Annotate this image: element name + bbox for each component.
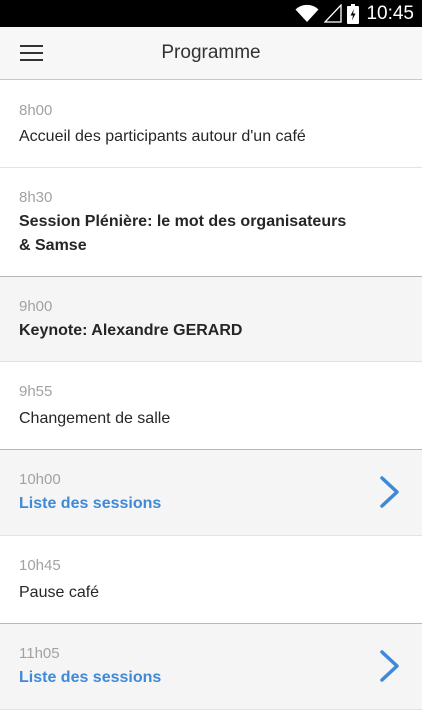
schedule-time: 10h45 xyxy=(19,557,61,574)
session-list-link[interactable]: 11h05 Liste des sessions xyxy=(0,624,422,710)
schedule-title: Keynote: Alexandre GERARD xyxy=(19,322,243,339)
schedule-item: 10h45 Pause café xyxy=(0,536,422,624)
schedule-item: 8h00 Accueil des participants autour d'u… xyxy=(0,80,422,168)
chevron-right-icon[interactable] xyxy=(379,649,401,683)
schedule-time: 9h00 xyxy=(19,298,53,315)
schedule-item: 9h00 Keynote: Alexandre GERARD xyxy=(0,277,422,362)
page-title: Programme xyxy=(161,42,261,63)
session-list-label: Liste des sessions xyxy=(19,495,162,512)
signal-icon xyxy=(324,4,343,23)
schedule-title: Session Plénière: le mot des organisateu… xyxy=(19,213,347,254)
session-list-link[interactable]: 10h00 Liste des sessions xyxy=(0,450,422,536)
schedule-item: 9h55 Changement de salle xyxy=(0,362,422,450)
status-time: 10:45 xyxy=(366,2,414,24)
schedule-title: Accueil des participants autour d'un caf… xyxy=(19,128,306,145)
battery-icon xyxy=(347,3,360,24)
schedule-title: Pause café xyxy=(19,584,100,601)
schedule-time: 10h00 xyxy=(19,471,61,488)
schedule-time: 11h05 xyxy=(19,645,60,662)
schedule-title: Changement de salle xyxy=(19,410,171,427)
schedule-time: 9h55 xyxy=(19,383,53,400)
chevron-right-icon[interactable] xyxy=(379,475,401,509)
status-bar: 10:45 xyxy=(0,0,422,27)
status-icons: 10:45 xyxy=(295,0,414,27)
schedule-time: 8h00 xyxy=(19,102,53,119)
wifi-icon xyxy=(295,4,319,22)
schedule-list: 8h00 Accueil des participants autour d'u… xyxy=(0,80,422,710)
schedule-time: 8h30 xyxy=(19,189,53,206)
session-list-label: Liste des sessions xyxy=(19,669,162,686)
app-bar: Programme xyxy=(0,27,422,80)
schedule-item: 8h30 Session Plénière: le mot des organi… xyxy=(0,168,422,277)
